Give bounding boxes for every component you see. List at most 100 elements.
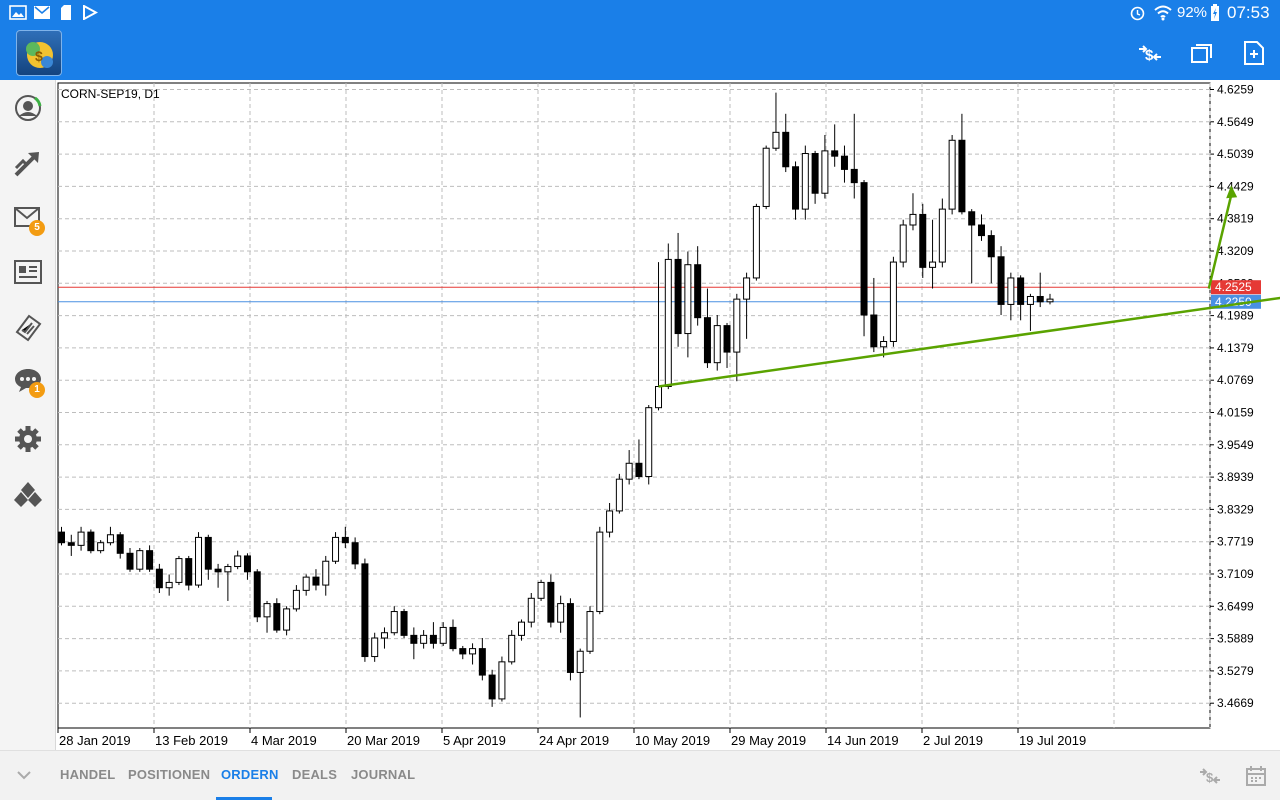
svg-text:$: $ [1206, 770, 1214, 785]
settings-icon[interactable] [14, 425, 42, 453]
y-tick-label: 4.5649 [1217, 115, 1254, 129]
candle-body-bear [186, 559, 192, 585]
candle-body-bull [949, 140, 955, 209]
candle-body-bull [499, 662, 505, 699]
candle-body-bull [881, 341, 887, 346]
x-tick-label: 2 Jul 2019 [923, 733, 983, 748]
candle-body-bull [98, 543, 104, 551]
alarm-icon [1129, 4, 1146, 21]
metatrader-logo-icon[interactable]: $ [16, 30, 62, 76]
candle-body-bull [293, 590, 299, 609]
candle-body-bear [783, 132, 789, 166]
candle-body-bear [548, 582, 554, 622]
sdcard-icon [60, 4, 72, 21]
mql5-icon[interactable] [13, 480, 43, 508]
y-tick-label: 3.5889 [1217, 632, 1254, 646]
x-tick-label: 29 May 2019 [731, 733, 806, 748]
dollar-swap-icon[interactable]: $ [1198, 765, 1222, 787]
new-chart-icon[interactable] [1243, 40, 1265, 66]
trade-icon[interactable] [13, 148, 43, 178]
candle-body-bear [704, 318, 710, 363]
tab-handel[interactable]: HANDEL [60, 767, 115, 782]
candle-body-bear [411, 635, 417, 643]
candle-body-bear [988, 236, 994, 257]
bottom-tab-bar: HANDEL POSITIONEN ORDERN DEALS JOURNAL $ [0, 750, 1280, 800]
candle-body-bear [567, 604, 573, 673]
windows-icon[interactable] [1190, 42, 1214, 64]
play-store-icon [82, 5, 98, 20]
candle-body-bear [68, 543, 74, 546]
candle-body-bull [440, 627, 446, 643]
clock: 07:53 [1227, 3, 1270, 23]
candle-body-bear [313, 577, 319, 585]
sidebar: 5 1 [0, 80, 56, 750]
candle-body-bear [724, 326, 730, 352]
y-tick-label: 3.7719 [1217, 535, 1254, 549]
chevron-down-icon[interactable] [16, 770, 32, 782]
price-label: 4.2525 [1215, 280, 1252, 294]
candle-body-bull [753, 206, 759, 277]
news-icon[interactable] [13, 258, 43, 286]
chat-item[interactable]: 1 [13, 366, 47, 400]
candle-body-bull [646, 408, 652, 477]
tab-deals[interactable]: DEALS [292, 767, 337, 782]
x-tick-label: 19 Jul 2019 [1019, 733, 1086, 748]
wifi-icon [1153, 4, 1173, 21]
candle-body-bull [685, 265, 691, 334]
candlestick-chart[interactable]: 4.62594.56494.50394.44294.38194.32094.25… [56, 80, 1280, 750]
x-tick-label: 24 Apr 2019 [539, 733, 609, 748]
candle-body-bear [215, 569, 221, 572]
candle-body-bull [1008, 278, 1014, 304]
candle-body-bull [597, 532, 603, 611]
candle-body-bull [235, 556, 241, 567]
candle-body-bear [636, 463, 642, 476]
tradays-icon[interactable] [13, 312, 43, 342]
candle-body-bear [851, 169, 857, 182]
x-tick-label: 28 Jan 2019 [59, 733, 131, 748]
svg-text:$: $ [1145, 47, 1154, 64]
candle-body-bull [196, 537, 202, 585]
candle-body-bear [969, 212, 975, 225]
candle-body-bull [616, 479, 622, 511]
candle-body-bear [127, 553, 133, 569]
candle-body-bear [959, 140, 965, 211]
candle-body-bear [920, 214, 926, 267]
svg-text:$: $ [35, 48, 43, 64]
candle-body-bull [587, 612, 593, 652]
candle-body-bull [607, 511, 613, 532]
candle-body-bull [323, 561, 329, 585]
gallery-icon [9, 5, 27, 20]
app-toolbar: $ $ [0, 26, 1280, 80]
candle-body-bull [509, 635, 515, 661]
y-tick-label: 4.4429 [1217, 179, 1254, 193]
y-tick-label: 4.5039 [1217, 147, 1254, 161]
x-tick-label: 14 Jun 2019 [827, 733, 899, 748]
quotes-icon[interactable] [13, 93, 43, 123]
tab-ordern[interactable]: ORDERN [221, 767, 279, 782]
y-tick-label: 3.8329 [1217, 502, 1254, 516]
y-tick-label: 3.7109 [1217, 567, 1254, 581]
candle-body-bear [812, 154, 818, 194]
calendar-icon[interactable] [1245, 765, 1267, 787]
candle-body-bull [910, 214, 916, 225]
candle-body-bear [1018, 278, 1024, 304]
battery-charging-icon [1210, 4, 1220, 22]
candle-body-bear [274, 604, 280, 630]
candle-body-bull [518, 622, 524, 635]
candle-body-bear [59, 532, 65, 543]
candle-body-bull [665, 259, 671, 386]
candle-body-bull [78, 532, 84, 545]
candle-body-bear [401, 612, 407, 636]
mail-item[interactable]: 5 [13, 204, 47, 238]
y-tick-label: 3.5279 [1217, 664, 1254, 678]
y-tick-label: 4.0159 [1217, 406, 1254, 420]
tab-positionen[interactable]: POSITIONEN [128, 767, 210, 782]
arrow-shaft [1209, 195, 1231, 288]
candle-body-bull [939, 209, 945, 262]
candle-body-bear [861, 183, 867, 315]
candle-body-bear [479, 649, 485, 675]
tab-journal[interactable]: JOURNAL [351, 767, 415, 782]
candle-body-bear [450, 627, 456, 648]
chart-area[interactable]: 4.62594.56494.50394.44294.38194.32094.25… [56, 80, 1280, 750]
dollar-swap-icon[interactable]: $ [1136, 41, 1164, 65]
